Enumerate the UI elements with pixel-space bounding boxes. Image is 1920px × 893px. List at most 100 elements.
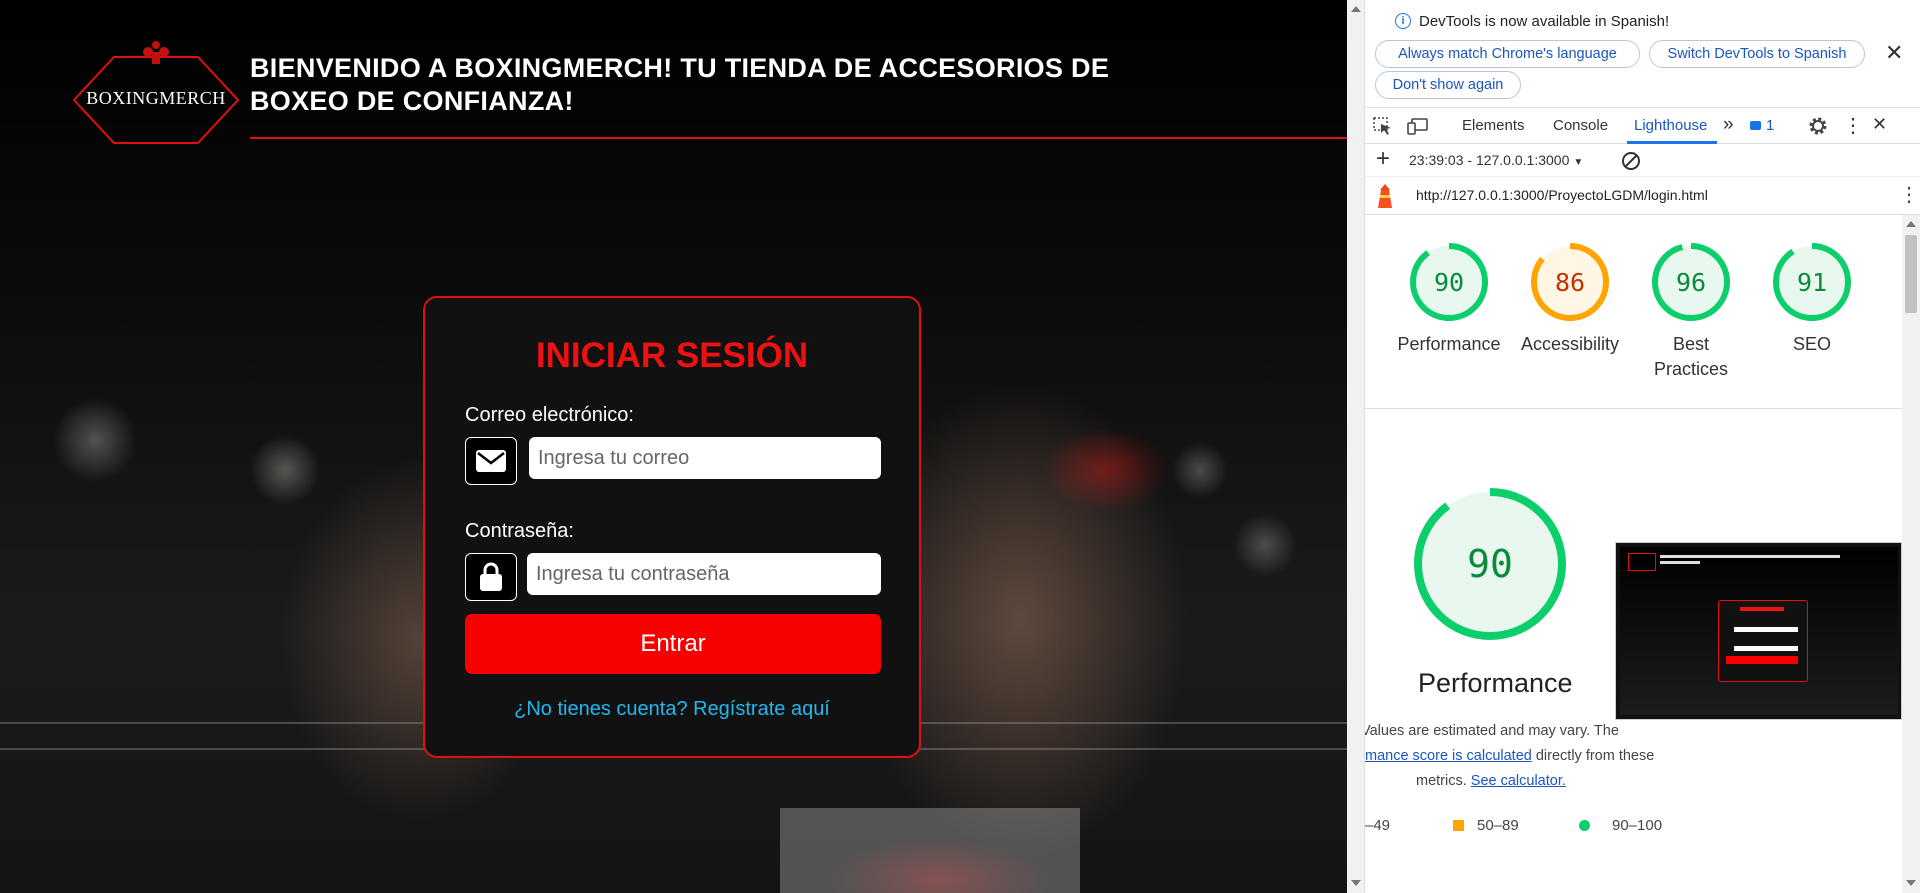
score-label-line1: SEO bbox=[1792, 334, 1831, 354]
login-title: INICIAR SESIÓN bbox=[535, 336, 809, 375]
report-scrollbar[interactable] bbox=[1902, 215, 1920, 893]
inspect-element-icon[interactable] bbox=[1373, 117, 1393, 135]
settings-gear-icon[interactable] bbox=[1808, 116, 1828, 136]
login-card: INICIAR SESIÓN Correo electrónico: Ingre… bbox=[423, 296, 921, 758]
close-icon[interactable]: ✕ bbox=[1885, 40, 1903, 66]
score-description-line2: mance score is calculated directly from … bbox=[1365, 748, 1654, 764]
envelope-icon bbox=[465, 437, 517, 485]
thumbnail-headline bbox=[1660, 561, 1700, 564]
lighthouse-report: 90 Performance 86 Accessibility 96 Best Practi… bbox=[1365, 215, 1902, 893]
legend-fail-label: –49 bbox=[1365, 817, 1391, 834]
score-gauge[interactable]: 86 Accessibility bbox=[1510, 240, 1630, 400]
web-page: BOXINGMERCH BIENVENIDO A BOXINGMERCH! TU… bbox=[0, 0, 1347, 893]
score-value: 96 bbox=[1676, 268, 1706, 297]
scroll-down-icon[interactable] bbox=[1906, 880, 1916, 886]
logo-text: BOXINGMERCH bbox=[86, 88, 226, 108]
score-description-metrics: metrics. bbox=[1416, 773, 1471, 789]
score-value: 86 bbox=[1555, 268, 1585, 297]
device-toolbar-icon[interactable] bbox=[1407, 117, 1429, 135]
score-description: Values are estimated and may vary. The bbox=[1365, 723, 1619, 739]
score-value: 91 bbox=[1797, 268, 1827, 297]
section-divider bbox=[1365, 408, 1902, 409]
score-gauge[interactable]: 91 SEO bbox=[1752, 240, 1872, 400]
score-label-line2: Practices bbox=[1653, 359, 1729, 379]
score-gauge-ring: 86 bbox=[1531, 243, 1609, 321]
report-url-bar: http://127.0.0.1:3000/ProyectoLGDM/login… bbox=[1365, 176, 1920, 215]
email-placeholder: Ingresa tu correo bbox=[538, 446, 690, 469]
score-description-rest: directly from these bbox=[1531, 748, 1655, 764]
scroll-up-icon[interactable] bbox=[1906, 221, 1916, 227]
lighthouse-logo-icon bbox=[1378, 184, 1392, 208]
score-gauge[interactable]: 90 Performance bbox=[1389, 240, 1509, 400]
page-scrollbar[interactable] bbox=[1347, 0, 1365, 893]
password-input[interactable]: Ingresa tu contraseña bbox=[527, 553, 881, 595]
score-gauge-ring: 91 bbox=[1773, 243, 1851, 321]
lock-icon bbox=[465, 553, 517, 601]
tab-elements[interactable]: Elements bbox=[1462, 117, 1525, 134]
score-description-line3: metrics. See calculator. bbox=[1416, 773, 1566, 789]
scrollbar-thumb[interactable] bbox=[1905, 235, 1917, 313]
issues-count: 1 bbox=[1766, 117, 1775, 134]
page-screenshot-thumbnail[interactable] bbox=[1615, 542, 1902, 720]
thumbnail-button bbox=[1726, 656, 1798, 664]
report-selector[interactable]: 23:39:03 - 127.0.0.1:3000 ▼ bbox=[1409, 152, 1583, 168]
new-report-icon[interactable]: + bbox=[1376, 145, 1390, 173]
email-label: Correo electrónico: bbox=[465, 404, 634, 426]
score-calculated-link[interactable]: mance score is calculated bbox=[1365, 748, 1532, 764]
thumbnail-login-title bbox=[1740, 607, 1784, 611]
score-gauge-ring: 90 bbox=[1410, 243, 1488, 321]
tab-console[interactable]: Console bbox=[1553, 117, 1608, 134]
dont-show-again-button[interactable]: Don't show again bbox=[1375, 71, 1521, 99]
register-link[interactable]: ¿No tienes cuenta? Regístrate aquí bbox=[425, 698, 919, 721]
score-gauge-ring: 96 bbox=[1652, 243, 1730, 321]
score-label: Performance bbox=[1389, 332, 1509, 357]
email-input[interactable]: Ingresa tu correo bbox=[529, 437, 881, 479]
password-label: Contraseña: bbox=[465, 520, 574, 542]
password-placeholder: Ingresa tu contraseña bbox=[536, 562, 730, 585]
tab-lighthouse[interactable]: Lighthouse bbox=[1634, 117, 1707, 134]
thumbnail-logo bbox=[1628, 553, 1656, 571]
info-icon: i bbox=[1395, 13, 1411, 29]
url-menu-icon[interactable]: ⋮ bbox=[1899, 182, 1919, 207]
score-gauge[interactable]: 96 Best Practices bbox=[1631, 240, 1751, 400]
see-calculator-link[interactable]: See calculator. bbox=[1471, 773, 1566, 789]
page-headline: BIENVENIDO A BOXINGMERCH! TU TIENDA DE A… bbox=[250, 53, 1110, 116]
match-language-button[interactable]: Always match Chrome's language bbox=[1375, 40, 1640, 68]
thumbnail-headline bbox=[1660, 555, 1840, 558]
dropdown-arrow-icon: ▼ bbox=[1573, 157, 1584, 168]
info-message: DevTools is now available in Spanish! bbox=[1419, 13, 1670, 30]
language-infobar: i DevTools is now available in Spanish! … bbox=[1365, 0, 1920, 104]
legend-pass-label: 90–100 bbox=[1612, 817, 1663, 834]
issues-counter[interactable]: 1 bbox=[1750, 117, 1774, 134]
clear-report-icon[interactable] bbox=[1621, 151, 1641, 171]
report-selector-label: 23:39:03 - 127.0.0.1:3000 bbox=[1409, 152, 1570, 168]
score-label-line1: Performance bbox=[1397, 334, 1501, 354]
more-tabs-icon[interactable]: » bbox=[1723, 114, 1734, 136]
score-label: SEO bbox=[1752, 332, 1872, 357]
devtools-tab-bar: Elements Console Lighthouse » 1 ⋮ ✕ bbox=[1365, 107, 1920, 144]
legend-average-square-icon bbox=[1453, 820, 1464, 831]
scroll-up-icon[interactable] bbox=[1351, 6, 1361, 12]
lighthouse-toolbar: + 23:39:03 - 127.0.0.1:3000 ▼ bbox=[1365, 144, 1920, 177]
thumbnail-input bbox=[1734, 627, 1798, 632]
background-shorts-band bbox=[780, 808, 1080, 893]
legend-average-label: 50–89 bbox=[1477, 817, 1519, 834]
kebab-menu-icon[interactable]: ⋮ bbox=[1843, 113, 1863, 138]
thumbnail-input bbox=[1734, 646, 1798, 651]
big-score-label: Performance bbox=[1418, 668, 1573, 698]
switch-language-button[interactable]: Switch DevTools to Spanish bbox=[1649, 40, 1865, 68]
score-label: Best Practices bbox=[1631, 332, 1751, 382]
scroll-down-icon[interactable] bbox=[1351, 880, 1361, 886]
close-devtools-icon[interactable]: ✕ bbox=[1872, 114, 1887, 135]
score-label: Accessibility bbox=[1510, 332, 1630, 357]
score-label-line1: Accessibility bbox=[1520, 334, 1620, 354]
thumbnail-login-card bbox=[1718, 600, 1808, 682]
legend-pass-circle-icon bbox=[1579, 820, 1590, 831]
issues-icon bbox=[1750, 121, 1761, 130]
score-label-line1: Best bbox=[1672, 334, 1710, 354]
devtools-panel: i DevTools is now available in Spanish! … bbox=[1347, 0, 1920, 893]
header-divider bbox=[250, 137, 1347, 139]
site-logo[interactable]: BOXINGMERCH bbox=[70, 40, 242, 152]
submit-button[interactable]: Entrar bbox=[465, 614, 881, 674]
score-value: 90 bbox=[1434, 268, 1464, 297]
